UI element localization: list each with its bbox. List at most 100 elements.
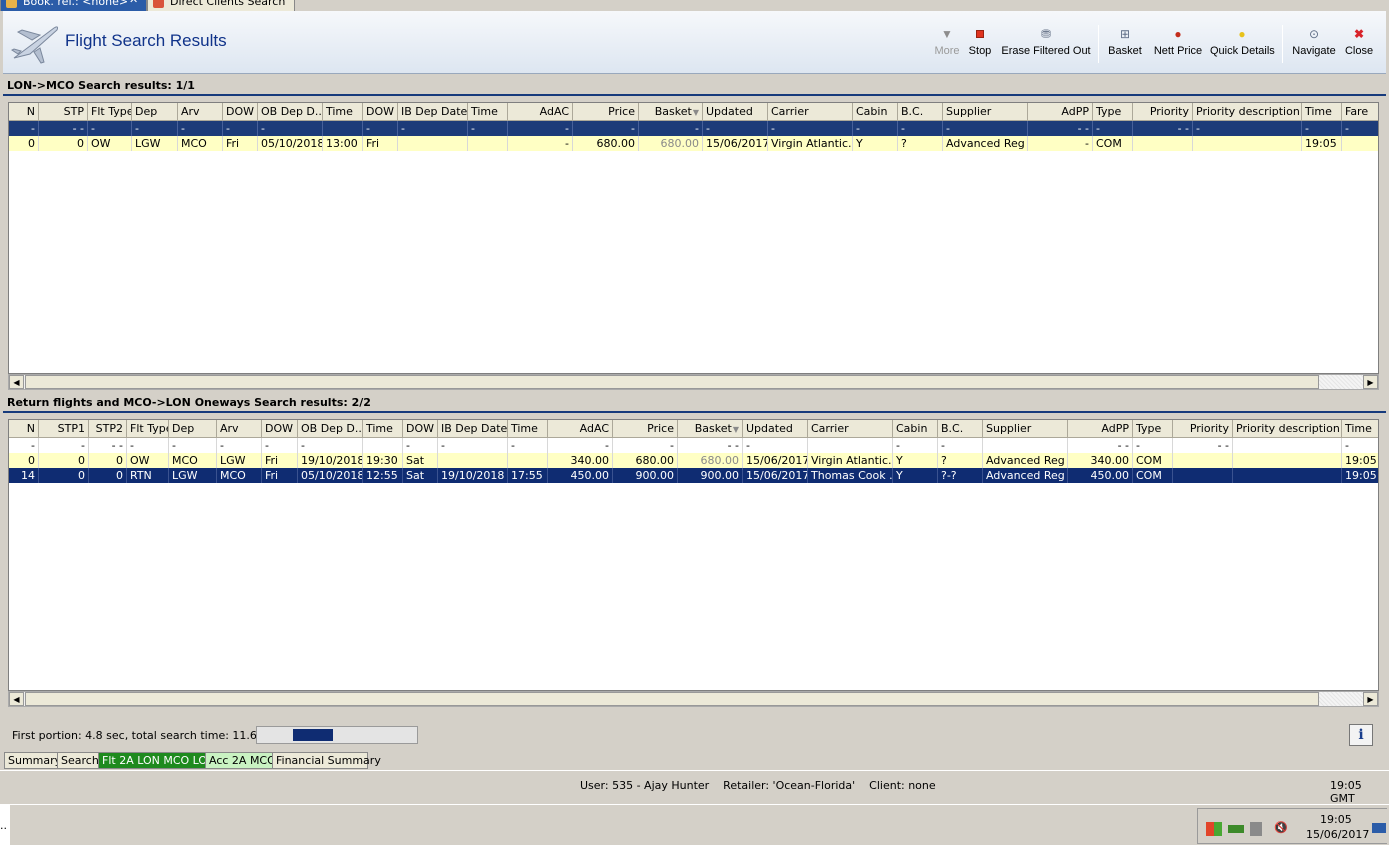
column-header[interactable]: Carrier — [808, 420, 893, 438]
column-header[interactable]: Flt Type — [127, 420, 169, 438]
outbound-horizontal-scrollbar[interactable]: ◀ ▶ — [8, 374, 1379, 390]
info-button[interactable]: i — [1349, 724, 1373, 746]
tab-search[interactable]: Search — [57, 752, 99, 769]
filter-row[interactable]: --- ------------ ----- --- -- — [9, 438, 1378, 453]
table-cell: 0 — [39, 453, 89, 468]
column-header[interactable]: DOW — [223, 103, 258, 121]
doc-tab-label: Direct Clients Search — [170, 0, 286, 8]
windows-flag-icon[interactable] — [1206, 822, 1222, 836]
column-header[interactable]: AdAC — [508, 103, 573, 121]
basket-button[interactable]: ⊞ Basket — [1108, 27, 1142, 63]
column-header[interactable]: Arv — [178, 103, 223, 121]
column-header[interactable]: B.C. — [898, 103, 943, 121]
column-header[interactable]: Supplier — [943, 103, 1028, 121]
column-header[interactable]: Carrier — [768, 103, 853, 121]
column-header[interactable]: IB Dep Date — [398, 103, 468, 121]
column-header[interactable]: Cabin — [893, 420, 938, 438]
scroll-thumb[interactable] — [25, 375, 1319, 389]
column-header[interactable]: N — [9, 420, 39, 438]
column-header[interactable]: Dep — [132, 103, 178, 121]
column-header[interactable]: Arv — [217, 420, 262, 438]
quick-details-button[interactable]: ● Quick Details — [1210, 27, 1275, 63]
column-header[interactable]: IB Dep Date — [438, 420, 508, 438]
filter-cell: - — [613, 438, 678, 453]
column-header[interactable]: STP1 — [39, 420, 89, 438]
column-header[interactable]: Flt Type — [88, 103, 132, 121]
close-tab-icon[interactable]: ✕ — [129, 0, 138, 6]
volume-muted-icon[interactable]: 🔇 — [1274, 821, 1290, 835]
column-header[interactable]: N — [9, 103, 39, 121]
column-header[interactable]: Time — [508, 420, 548, 438]
more-button[interactable]: ▼ More — [932, 27, 962, 63]
scroll-right-icon[interactable]: ▶ — [1363, 692, 1378, 706]
navigate-button[interactable]: ⊙ Navigate — [1290, 27, 1338, 63]
network-icon[interactable] — [1228, 825, 1244, 833]
scroll-thumb[interactable] — [25, 692, 1319, 706]
table-row[interactable]: 14 0 0 RTN LGW MCO Fri 05/10/2018 12:55 Sat 19/10/… — [9, 468, 1378, 483]
column-header[interactable]: Time — [1342, 420, 1378, 438]
scroll-track[interactable] — [1319, 692, 1363, 706]
column-header[interactable]: DOW — [262, 420, 298, 438]
stop-button[interactable]: Stop — [966, 27, 994, 63]
erase-filtered-out-button[interactable]: ⛃ Erase Filtered Out — [1000, 27, 1092, 63]
column-header[interactable]: Basket▼ — [639, 103, 703, 121]
taskbar-start-area[interactable]: .. — [0, 805, 10, 845]
table-cell: MCO — [217, 468, 262, 483]
column-header[interactable]: STP — [39, 103, 88, 121]
scroll-track[interactable] — [1319, 375, 1363, 389]
table-cell: 0 — [9, 453, 39, 468]
column-header[interactable]: OB Dep D... — [258, 103, 323, 121]
table-cell: 450.00 — [1068, 468, 1133, 483]
device-icon[interactable] — [1250, 822, 1262, 836]
column-header[interactable]: Priority — [1173, 420, 1233, 438]
filter-row[interactable]: -- ------------------ --- ---- — [9, 121, 1378, 136]
column-header[interactable]: Dep — [169, 420, 217, 438]
tab-flight[interactable]: Flt 2A LON MCO LON — [98, 752, 215, 769]
column-header[interactable]: B.C. — [938, 420, 983, 438]
filter-cell: - — [1133, 438, 1173, 453]
filter-cell: - — [258, 121, 323, 136]
column-header[interactable]: Time — [1302, 103, 1342, 121]
show-desktop-icon[interactable] — [1372, 823, 1386, 833]
column-header[interactable]: STP2 — [89, 420, 127, 438]
column-header[interactable]: AdPP — [1028, 103, 1093, 121]
column-header[interactable]: Cabin — [853, 103, 898, 121]
column-header[interactable]: Priority — [1133, 103, 1193, 121]
close-button[interactable]: ✖ Close — [1343, 27, 1375, 63]
table-row[interactable]: 0 0 0 OW MCO LGW Fri 19/10/2018 19:30 Sat 340.00 68… — [9, 453, 1378, 468]
nett-price-button[interactable]: ● Nett Price — [1153, 27, 1203, 63]
column-header[interactable]: Priority description — [1233, 420, 1342, 438]
doc-tab-direct-clients[interactable]: Direct Clients Search — [147, 0, 295, 11]
column-header[interactable]: AdPP — [1068, 420, 1133, 438]
column-header[interactable]: DOW — [403, 420, 438, 438]
return-horizontal-scrollbar[interactable]: ◀ ▶ — [8, 691, 1379, 707]
column-header[interactable]: DOW — [363, 103, 398, 121]
outbound-results-grid: N STP Flt Type Dep Arv DOW OB Dep D... Time DOW I… — [8, 102, 1379, 374]
tab-accommodation[interactable]: Acc 2A MCO — [205, 752, 276, 769]
column-header[interactable]: Time — [323, 103, 363, 121]
tab-financial-summary[interactable]: Financial Summary — [272, 752, 381, 769]
table-cell: 05/10/2018 — [258, 136, 323, 151]
column-header[interactable]: Price — [573, 103, 639, 121]
column-header[interactable]: Priority description — [1193, 103, 1302, 121]
table-cell: OW — [127, 453, 169, 468]
column-header[interactable]: Type — [1093, 103, 1133, 121]
column-header[interactable]: Time — [363, 420, 403, 438]
column-header[interactable]: AdAC — [548, 420, 613, 438]
column-header[interactable]: Type — [1133, 420, 1173, 438]
column-header[interactable]: Updated — [743, 420, 808, 438]
scroll-right-icon[interactable]: ▶ — [1363, 375, 1378, 389]
scroll-left-icon[interactable]: ◀ — [9, 375, 24, 389]
tab-summary[interactable]: Summary — [4, 752, 61, 769]
table-row[interactable]: 0 0 OW LGW MCO Fri 05/10/2018 13:00 Fri -680.00 68… — [9, 136, 1378, 151]
column-header[interactable]: Time — [468, 103, 508, 121]
column-header[interactable]: Basket▼ — [678, 420, 743, 438]
doc-tab-booking[interactable]: Book. ref.: <none> ✕ — [0, 0, 147, 11]
column-header[interactable]: Supplier — [983, 420, 1068, 438]
column-header[interactable]: OB Dep D... — [298, 420, 363, 438]
column-header[interactable]: Updated — [703, 103, 768, 121]
column-header[interactable]: Price — [613, 420, 678, 438]
column-header[interactable]: Fare — [1342, 103, 1378, 121]
scroll-left-icon[interactable]: ◀ — [9, 692, 24, 706]
filter-cell: - — [1193, 121, 1302, 136]
